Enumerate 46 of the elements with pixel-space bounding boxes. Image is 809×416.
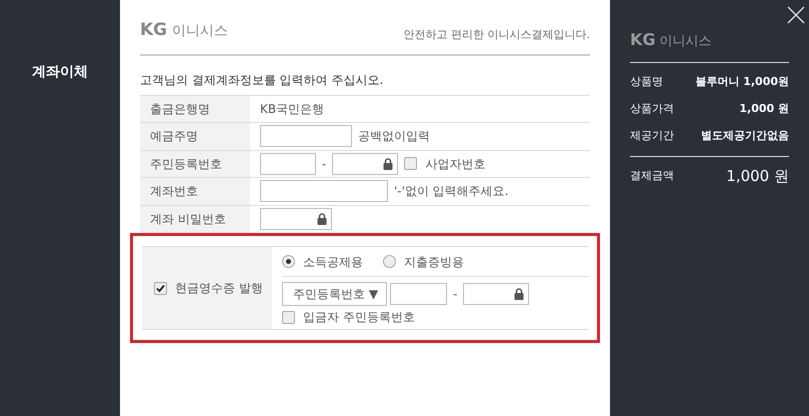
bank-name: KB국민은행 xyxy=(260,100,324,118)
instruction: 고객님의 결제계좌정보를 입력하여 주십시오. xyxy=(140,72,384,88)
separator: - xyxy=(452,286,458,303)
total-label: 결제금액 xyxy=(630,168,674,184)
radio-button[interactable] xyxy=(282,255,295,268)
input-field[interactable] xyxy=(260,208,332,230)
cash-receipt-label: 현금영수증 발행 xyxy=(175,280,263,297)
lock-icon xyxy=(514,288,524,300)
hint-text: '-'없이 입력해주세요. xyxy=(394,183,509,200)
field-label: 주민등록번호 xyxy=(140,150,250,177)
summary-label: 상품명 xyxy=(630,74,663,90)
close-icon[interactable] xyxy=(787,6,805,24)
input-field[interactable] xyxy=(332,152,398,175)
input-field[interactable] xyxy=(463,283,530,305)
checkbox[interactable] xyxy=(404,157,418,170)
lock-icon xyxy=(317,213,327,226)
summary-value: 별도제공기간없음 xyxy=(701,128,789,144)
total-amount: 1,000 원 xyxy=(726,166,789,187)
field-label: 계좌 비밀번호 xyxy=(140,206,250,233)
hint-text: 공백없이입력 xyxy=(358,128,430,146)
checkbox[interactable] xyxy=(282,310,295,324)
summary-value: 1,000 원 xyxy=(739,101,789,118)
check-icon xyxy=(156,284,165,292)
input-field[interactable] xyxy=(260,125,352,148)
logo: KG 이니시스 xyxy=(630,28,789,63)
summary-label: 상품가격 xyxy=(630,101,674,118)
field-label: 계좌번호 xyxy=(140,178,250,204)
tagline: 안전하고 편리한 이니시스결제입니다. xyxy=(404,27,590,43)
checkbox[interactable] xyxy=(154,282,167,294)
logo: KG 이니시스 xyxy=(140,19,228,42)
field-label: 출금은행명 xyxy=(140,96,250,122)
input-field[interactable] xyxy=(260,180,388,202)
summary-value: 블루머니 1,000원 xyxy=(695,74,789,90)
input-field[interactable] xyxy=(260,152,316,175)
checkbox-label: 입금자 주민등록번호 xyxy=(303,309,415,326)
sidebar-title: 계좌이체 xyxy=(32,63,88,82)
id-type-dropdown[interactable]: 주민등록번호 ▼ xyxy=(282,282,387,306)
lock-icon xyxy=(383,158,394,170)
field-label: 예금주명 xyxy=(140,123,250,150)
checkbox-label: 사업자번호 xyxy=(425,156,486,173)
radio-button[interactable] xyxy=(383,255,396,268)
input-field[interactable] xyxy=(390,283,447,305)
radio-label: 지출증빙용 xyxy=(404,254,464,270)
radio-label: 소득공제용 xyxy=(303,254,363,270)
separator: - xyxy=(321,156,328,173)
summary-label: 제공기간 xyxy=(630,128,674,144)
